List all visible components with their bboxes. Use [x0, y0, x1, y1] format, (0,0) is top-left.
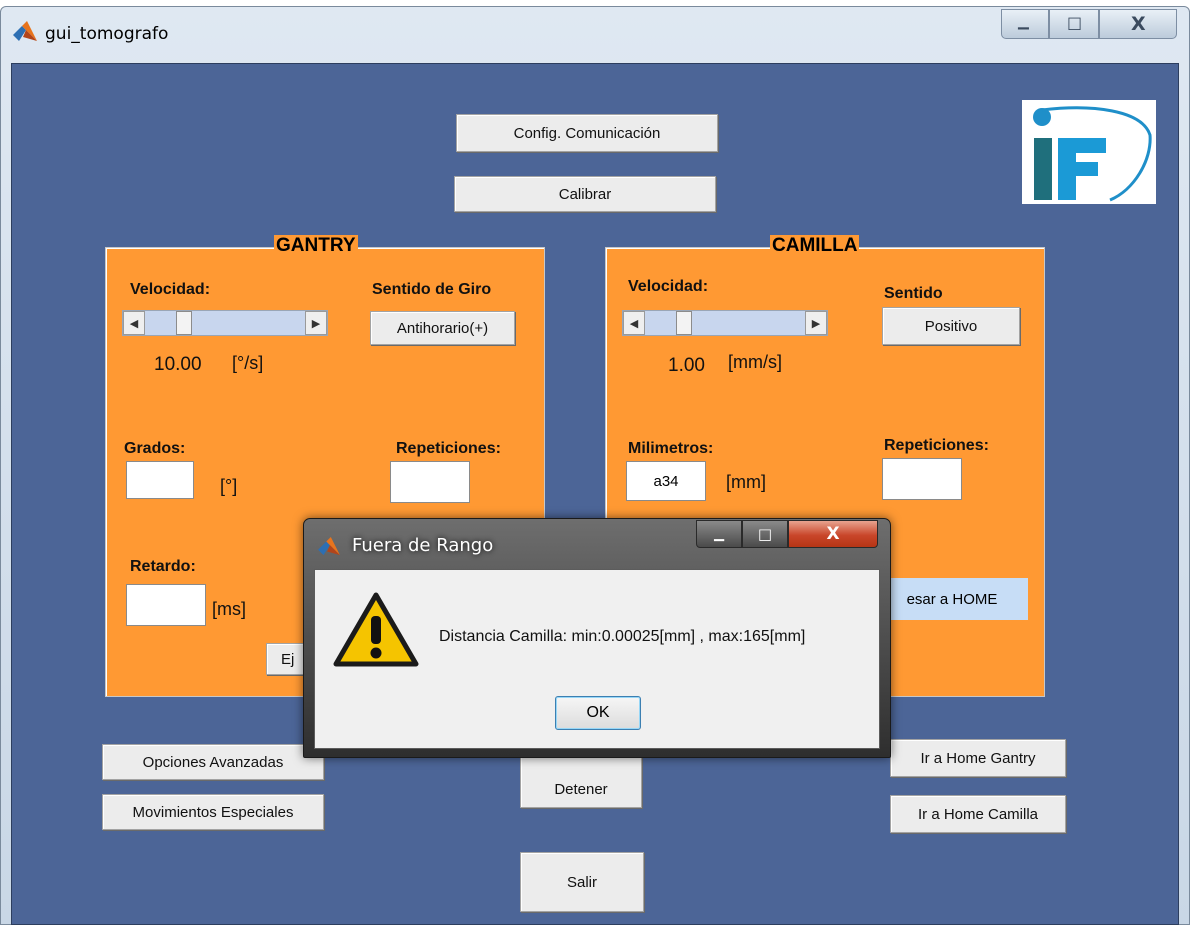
- maximize-button[interactable]: □: [1049, 9, 1099, 39]
- main-window: gui_tomografo ▁ □ X Config. Comunicación…: [0, 6, 1190, 925]
- salir-button[interactable]: Salir: [520, 852, 644, 912]
- camilla-milimetros-input[interactable]: a34: [626, 461, 706, 501]
- maximize-icon: □: [1067, 13, 1083, 32]
- dialog-minimize-button[interactable]: ▁: [696, 520, 742, 548]
- camilla-repeticiones-input[interactable]: [882, 458, 962, 500]
- slider-right-arrow-icon[interactable]: ▶: [305, 311, 327, 335]
- dialog-message: Distancia Camilla: min:0.00025[mm] , max…: [439, 628, 806, 645]
- dialog-title: Fuera de Rango: [352, 535, 494, 556]
- camilla-milimetros-unit: [mm]: [726, 472, 766, 492]
- gantry-sentido-label: Sentido de Giro: [372, 281, 492, 298]
- camilla-title: CAMILLA: [770, 235, 860, 257]
- slider-left-arrow-icon[interactable]: ◀: [123, 311, 145, 335]
- camilla-home-button[interactable]: esar a HOME: [876, 578, 1028, 620]
- window-title: gui_tomografo: [45, 24, 169, 44]
- title-bar[interactable]: gui_tomografo ▁ □ X: [1, 7, 1189, 55]
- minimize-button[interactable]: ▁: [1001, 9, 1049, 39]
- gantry-sentido-button[interactable]: Antihorario(+): [370, 311, 515, 345]
- camilla-speed-unit: [mm/s]: [728, 352, 782, 372]
- gantry-retardo-input[interactable]: [126, 584, 206, 626]
- gantry-retardo-unit: [ms]: [212, 599, 246, 619]
- gantry-repeticiones-input[interactable]: [390, 461, 470, 503]
- main-canvas: Config. Comunicación Calibrar GANTRY Vel…: [11, 63, 1179, 925]
- gantry-grados-unit: [°]: [220, 476, 238, 496]
- gantry-speed-value: 10.00: [154, 354, 202, 375]
- gantry-repeticiones-label: Repeticiones:: [396, 440, 501, 457]
- camilla-milimetros-label: Milimetros:: [628, 440, 714, 457]
- camilla-speed-value: 1.00: [668, 355, 705, 376]
- gantry-speed-unit: [°/s]: [232, 353, 264, 373]
- maximize-icon: □: [757, 525, 773, 543]
- error-dialog: Fuera de Rango ▁ □ X Distancia Camilla: …: [303, 518, 891, 758]
- dialog-maximize-button[interactable]: □: [742, 520, 788, 548]
- gantry-speed-slider[interactable]: ◀ ▶: [122, 310, 328, 336]
- warning-icon: [333, 592, 419, 667]
- matlab-icon: [13, 21, 37, 41]
- config-comunicacion-button[interactable]: Config. Comunicación: [456, 114, 718, 152]
- calibrar-button[interactable]: Calibrar: [454, 176, 716, 212]
- gantry-velocidad-label: Velocidad:: [130, 281, 211, 298]
- slider-left-arrow-icon[interactable]: ◀: [623, 311, 645, 335]
- gantry-title: GANTRY: [274, 235, 358, 257]
- camilla-repeticiones-label: Repeticiones:: [884, 437, 989, 454]
- camilla-sentido-label: Sentido: [884, 285, 943, 302]
- logo: [1022, 100, 1156, 204]
- if-logo-icon: [1033, 106, 1152, 202]
- close-icon: X: [1131, 13, 1146, 35]
- detener-button[interactable]: Detener: [520, 750, 642, 808]
- dialog-close-button[interactable]: X: [788, 520, 878, 548]
- gantry-slider-thumb[interactable]: [176, 311, 192, 335]
- close-icon: X: [826, 524, 840, 544]
- minimize-icon: ▁: [1018, 14, 1029, 30]
- opciones-avanzadas-button[interactable]: Opciones Avanzadas: [102, 744, 324, 780]
- gantry-grados-input[interactable]: [126, 461, 194, 499]
- camilla-slider-thumb[interactable]: [676, 311, 692, 335]
- home-camilla-button[interactable]: Ir a Home Camilla: [890, 795, 1066, 833]
- camilla-velocidad-label: Velocidad:: [628, 278, 709, 295]
- dialog-body: Distancia Camilla: min:0.00025[mm] , max…: [314, 569, 880, 749]
- gantry-grados-label: Grados:: [124, 440, 186, 457]
- camilla-sentido-button[interactable]: Positivo: [882, 307, 1020, 345]
- ok-button[interactable]: OK: [555, 696, 641, 730]
- camilla-speed-slider[interactable]: ◀ ▶: [622, 310, 828, 336]
- gantry-retardo-label: Retardo:: [130, 558, 196, 575]
- home-gantry-button[interactable]: Ir a Home Gantry: [890, 739, 1066, 777]
- matlab-icon: [318, 537, 340, 556]
- minimize-icon: ▁: [714, 526, 724, 542]
- close-button[interactable]: X: [1099, 9, 1177, 39]
- slider-right-arrow-icon[interactable]: ▶: [805, 311, 827, 335]
- movimientos-especiales-button[interactable]: Movimientos Especiales: [102, 794, 324, 830]
